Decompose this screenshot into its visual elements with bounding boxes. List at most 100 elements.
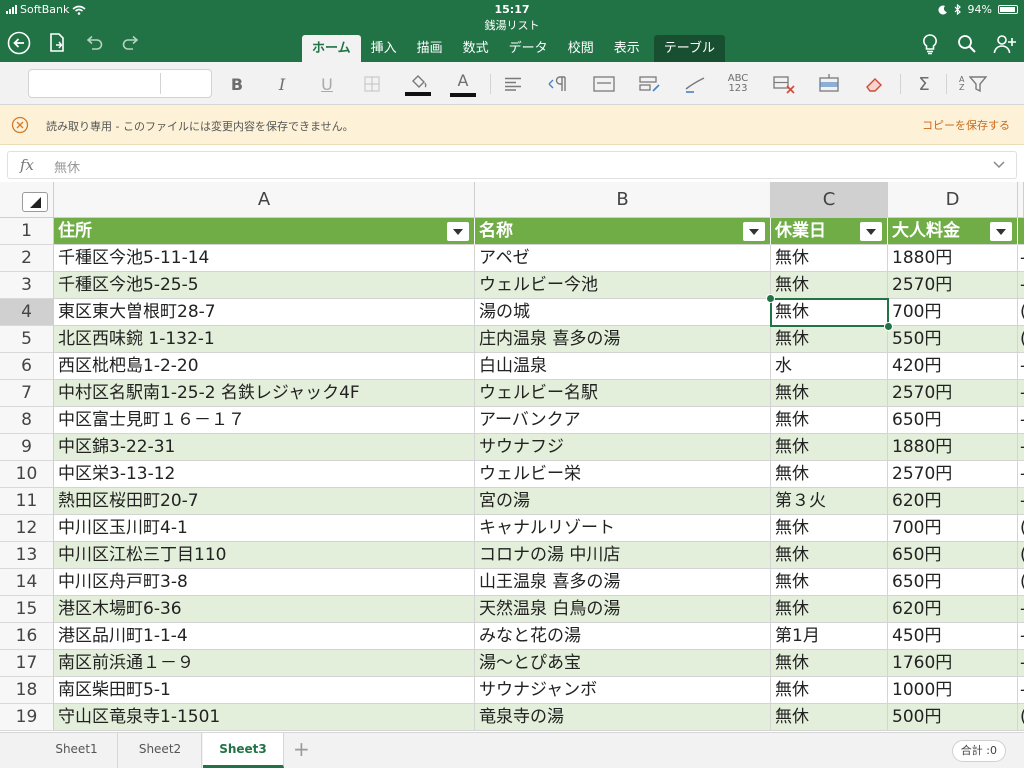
address-cell[interactable]: 熱田区桜田町20-7 <box>54 488 475 515</box>
adult-fee-cell[interactable]: 420円 <box>888 353 1018 380</box>
name-cell[interactable]: 天然温泉 白鳥の湯 <box>475 596 771 623</box>
header-cell-adult-fee[interactable]: 大人料金 <box>888 218 1018 245</box>
adult-fee-cell[interactable]: 2570円 <box>888 272 1018 299</box>
column-header-a[interactable]: A <box>54 182 475 218</box>
closed-day-cell[interactable]: 無休 <box>771 326 888 353</box>
closed-day-cell[interactable]: 水 <box>771 353 888 380</box>
name-cell[interactable]: アーバンクア <box>475 407 771 434</box>
selection-handle-bottom[interactable] <box>884 322 893 331</box>
adult-fee-cell[interactable]: 500円 <box>888 704 1018 731</box>
closed-day-cell[interactable]: 無休 <box>771 569 888 596</box>
row-header[interactable]: 3 <box>0 272 54 299</box>
adult-fee-cell[interactable]: 1760円 <box>888 650 1018 677</box>
underline-button[interactable]: U <box>313 71 341 97</box>
closed-day-cell[interactable]: 無休 <box>771 596 888 623</box>
tab-review[interactable]: 校閲 <box>558 35 604 62</box>
back-button[interactable] <box>6 30 32 56</box>
tab-home[interactable]: ホーム <box>302 35 361 62</box>
text-direction-button[interactable] <box>544 71 572 97</box>
row-header[interactable]: 11 <box>0 488 54 515</box>
selection-handle-top[interactable] <box>766 294 775 303</box>
name-cell[interactable]: みなと花の湯 <box>475 623 771 650</box>
closed-day-cell[interactable]: 無休 <box>771 704 888 731</box>
close-circle-icon[interactable] <box>11 116 29 134</box>
name-cell[interactable]: キャナルリゾート <box>475 515 771 542</box>
name-cell[interactable]: サウナジャンボ <box>475 677 771 704</box>
name-cell[interactable]: ウェルビー栄 <box>475 461 771 488</box>
row-header[interactable]: 12 <box>0 515 54 542</box>
clear-button[interactable] <box>860 71 888 97</box>
autosum-button[interactable]: Σ <box>910 71 938 97</box>
overflow-cell[interactable]: - <box>1018 407 1024 434</box>
closed-day-cell[interactable]: 無休 <box>771 299 888 326</box>
closed-day-cell[interactable]: 第３火 <box>771 488 888 515</box>
adult-fee-cell[interactable]: 1880円 <box>888 434 1018 461</box>
address-cell[interactable]: 南区前浜通１－９ <box>54 650 475 677</box>
name-cell[interactable]: 湯の城 <box>475 299 771 326</box>
overflow-cell[interactable]: ( <box>1018 299 1024 326</box>
name-cell[interactable]: 庄内温泉 喜多の湯 <box>475 326 771 353</box>
overflow-cell[interactable]: ( <box>1018 704 1024 731</box>
overflow-cell[interactable]: - <box>1018 488 1024 515</box>
overflow-cell[interactable]: - <box>1018 650 1024 677</box>
tell-me-button[interactable] <box>917 31 943 57</box>
tab-data[interactable]: データ <box>499 35 558 62</box>
tab-table[interactable]: テーブル <box>653 35 725 62</box>
filter-dropdown-button[interactable] <box>743 222 765 241</box>
address-cell[interactable]: 千種区今池5-25-5 <box>54 272 475 299</box>
name-cell[interactable]: アペゼ <box>475 245 771 272</box>
sheet-tab-sheet3[interactable]: Sheet3 <box>203 733 284 768</box>
name-cell[interactable]: 竜泉寺の湯 <box>475 704 771 731</box>
address-cell[interactable]: 南区柴田町5-1 <box>54 677 475 704</box>
address-cell[interactable]: 港区木場町6-36 <box>54 596 475 623</box>
adult-fee-cell[interactable]: 2570円 <box>888 461 1018 488</box>
formula-bar[interactable]: fx 無休 <box>7 151 1017 179</box>
adult-fee-cell[interactable]: 650円 <box>888 542 1018 569</box>
header-cell-name[interactable]: 名称 <box>475 218 771 245</box>
file-button[interactable] <box>44 30 70 56</box>
name-cell[interactable]: ウェルビー今池 <box>475 272 771 299</box>
row-header[interactable]: 13 <box>0 542 54 569</box>
filter-dropdown-button[interactable] <box>990 222 1012 241</box>
address-cell[interactable]: 守山区竜泉寺1-1501 <box>54 704 475 731</box>
row-header[interactable]: 19 <box>0 704 54 731</box>
tab-view[interactable]: 表示 <box>604 35 650 62</box>
tab-draw[interactable]: 描画 <box>407 35 453 62</box>
address-cell[interactable]: 中川区江松三丁目110 <box>54 542 475 569</box>
row-header[interactable]: 16 <box>0 623 54 650</box>
closed-day-cell[interactable]: 無休 <box>771 380 888 407</box>
row-header[interactable]: 10 <box>0 461 54 488</box>
address-cell[interactable]: 西区枇杷島1-2-20 <box>54 353 475 380</box>
closed-day-cell[interactable]: 無休 <box>771 650 888 677</box>
align-button[interactable] <box>499 71 527 97</box>
header-cell-overflow[interactable] <box>1018 218 1024 245</box>
adult-fee-cell[interactable]: 2570円 <box>888 380 1018 407</box>
address-cell[interactable]: 中区富士見町１６－１７ <box>54 407 475 434</box>
adult-fee-cell[interactable]: 700円 <box>888 515 1018 542</box>
adult-fee-cell[interactable]: 550円 <box>888 326 1018 353</box>
adult-fee-cell[interactable]: 620円 <box>888 596 1018 623</box>
address-cell[interactable]: 中川区玉川町4-1 <box>54 515 475 542</box>
overflow-cell[interactable]: - <box>1018 434 1024 461</box>
add-sheet-button[interactable]: + <box>293 737 310 761</box>
borders-button[interactable] <box>358 71 386 97</box>
row-header[interactable]: 5 <box>0 326 54 353</box>
overflow-cell[interactable]: - <box>1018 353 1024 380</box>
overflow-cell[interactable]: ( <box>1018 515 1024 542</box>
overflow-cell[interactable]: ( <box>1018 326 1024 353</box>
row-header[interactable]: 2 <box>0 245 54 272</box>
row-header[interactable]: 17 <box>0 650 54 677</box>
address-cell[interactable]: 東区東大曽根町28-7 <box>54 299 475 326</box>
font-color-button[interactable]: A <box>449 71 477 97</box>
closed-day-cell[interactable]: 無休 <box>771 677 888 704</box>
search-button[interactable] <box>954 31 980 57</box>
row-header[interactable]: 9 <box>0 434 54 461</box>
redo-button[interactable] <box>118 30 144 56</box>
tab-formulas[interactable]: 数式 <box>453 35 499 62</box>
row-header[interactable]: 7 <box>0 380 54 407</box>
address-cell[interactable]: 中区栄3-13-12 <box>54 461 475 488</box>
format-painter-button[interactable] <box>681 71 709 97</box>
row-header[interactable]: 18 <box>0 677 54 704</box>
italic-button[interactable]: I <box>268 71 296 97</box>
name-cell[interactable]: コロナの湯 中川店 <box>475 542 771 569</box>
